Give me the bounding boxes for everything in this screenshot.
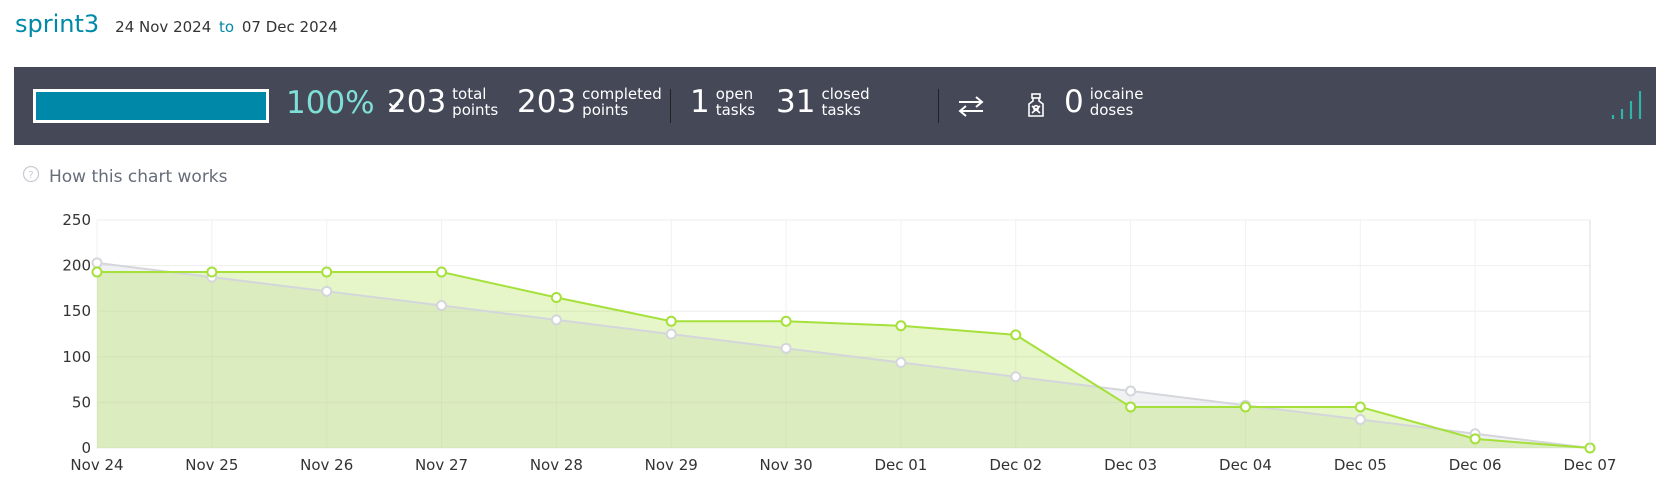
sprint-header: sprint3 24 Nov 2024 to 07 Dec 2024 xyxy=(15,10,338,50)
y-tick-label: 250 xyxy=(62,211,91,229)
data-point xyxy=(665,315,677,327)
closed-tasks-label: closed tasks xyxy=(821,86,869,118)
x-tick-label: Dec 07 xyxy=(1564,456,1617,474)
open-tasks-label: open tasks xyxy=(716,86,755,118)
x-tick-label: Nov 28 xyxy=(530,456,583,474)
data-point xyxy=(91,257,103,269)
iocaine-stat: 0 iocaine doses xyxy=(1064,84,1143,120)
closed-tasks-value: 31 xyxy=(776,84,816,120)
y-axis-label: Proje xyxy=(41,210,56,242)
data-point xyxy=(1354,414,1366,426)
stats-divider xyxy=(670,89,671,123)
date-separator: to xyxy=(219,18,235,36)
progress-bar-fill xyxy=(36,92,266,120)
svg-text:?: ? xyxy=(28,170,33,181)
y-tick-label: 100 xyxy=(62,348,91,366)
total-points-label-line2: points xyxy=(452,101,499,119)
data-point xyxy=(780,315,792,327)
open-tasks-stat: 1 open tasks xyxy=(690,84,755,120)
x-tick-label: Nov 24 xyxy=(70,456,123,474)
completed-points-stat: 203 completed points xyxy=(517,84,662,120)
data-point xyxy=(1354,401,1366,413)
y-tick-label: 150 xyxy=(62,302,91,320)
closed-tasks-label-line2: tasks xyxy=(821,101,861,119)
completed-points-label: completed points xyxy=(582,86,662,118)
closed-tasks-stat: 31 closed tasks xyxy=(776,84,870,120)
y-tick-label: 50 xyxy=(72,393,91,411)
sprint-dates: 24 Nov 2024 to 07 Dec 2024 xyxy=(115,18,338,36)
data-point xyxy=(665,328,677,340)
progress-bar xyxy=(33,89,269,123)
series-area xyxy=(97,271,1590,448)
total-points-stat: 203 total points xyxy=(387,84,498,120)
iocaine-value: 0 xyxy=(1064,84,1084,120)
open-tasks-value: 1 xyxy=(690,84,710,120)
data-point xyxy=(321,266,333,278)
swap-arrows-icon[interactable] xyxy=(954,91,988,121)
x-tick-label: Nov 30 xyxy=(760,456,813,474)
total-points-value: 203 xyxy=(387,84,447,120)
progress-percent: 100% xyxy=(286,85,375,121)
data-point xyxy=(91,266,103,278)
x-tick-label: Nov 25 xyxy=(185,456,238,474)
data-point xyxy=(321,285,333,297)
iocaine-label: iocaine doses xyxy=(1090,86,1144,118)
y-tick-label: 200 xyxy=(62,257,91,275)
iocaine-label-line2: doses xyxy=(1089,101,1134,119)
x-tick-label: Nov 26 xyxy=(300,456,353,474)
data-point xyxy=(780,342,792,354)
question-circle-icon: ? xyxy=(22,165,40,188)
data-point xyxy=(550,314,562,326)
burndown-chart: 0 50 100 150 200 250 Proje Nov 24 Nov 25 Nov 26 No… xyxy=(41,210,1617,474)
data-point xyxy=(1239,401,1251,413)
data-point xyxy=(1125,385,1137,397)
data-point xyxy=(550,292,562,304)
data-point xyxy=(1125,401,1137,413)
how-chart-works-label: How this chart works xyxy=(49,166,228,187)
x-tick-label: Nov 29 xyxy=(645,456,698,474)
x-tick-label: Dec 02 xyxy=(989,456,1042,474)
sprint-stats-bar: 100% 203 total points 203 completed poin… xyxy=(14,67,1656,145)
signal-bars-icon[interactable] xyxy=(1610,87,1646,125)
completed-points-value: 203 xyxy=(517,84,577,120)
data-point xyxy=(436,300,448,312)
how-chart-works-link[interactable]: ? How this chart works xyxy=(22,165,228,188)
x-tick-label: Dec 01 xyxy=(874,456,927,474)
start-date: 24 Nov 2024 xyxy=(115,18,212,36)
open-tasks-label-line2: tasks xyxy=(715,101,756,119)
data-point xyxy=(1469,433,1481,445)
poison-bottle-icon xyxy=(1024,90,1048,120)
data-point xyxy=(1010,329,1022,341)
x-tick-label: Dec 04 xyxy=(1219,456,1272,474)
x-tick-label: Dec 06 xyxy=(1449,456,1502,474)
data-point xyxy=(1010,371,1022,383)
y-tick-label: 0 xyxy=(81,439,91,457)
x-tick-label: Nov 27 xyxy=(415,456,468,474)
x-tick-label: Dec 05 xyxy=(1334,456,1387,474)
data-point xyxy=(436,266,448,278)
end-date: 07 Dec 2024 xyxy=(241,18,338,36)
completed-points-label-line2: points xyxy=(582,101,629,119)
x-tick-label: Dec 03 xyxy=(1104,456,1157,474)
total-points-label: total points xyxy=(452,86,498,118)
data-point xyxy=(206,266,218,278)
data-point xyxy=(895,320,907,332)
sprint-name[interactable]: sprint3 xyxy=(15,10,99,38)
data-point xyxy=(895,357,907,369)
stats-divider xyxy=(938,89,939,123)
